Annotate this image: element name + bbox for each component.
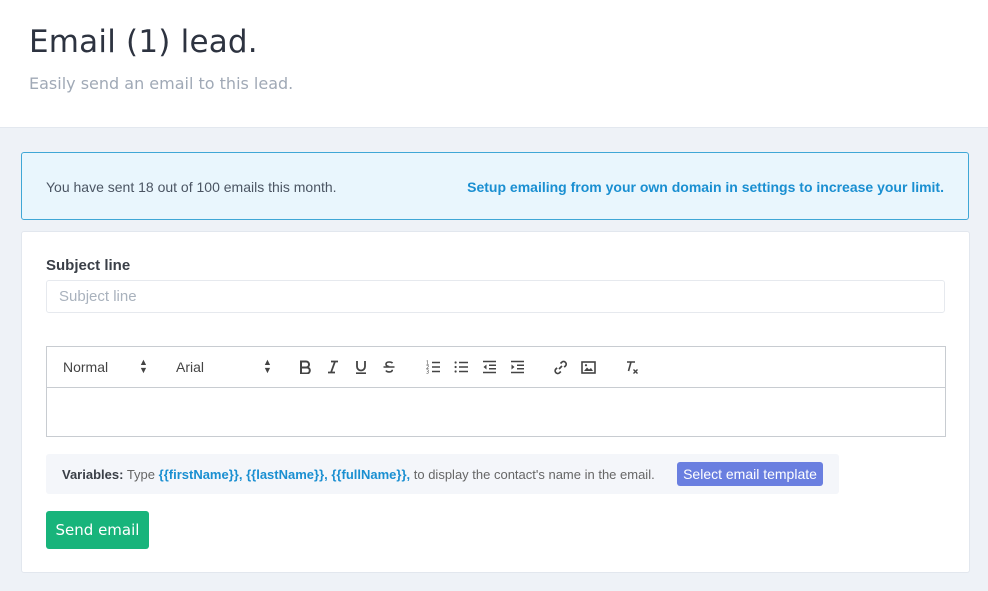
variable-full-name: {{fullName}}, <box>331 467 411 482</box>
page-title: Email (1) lead. <box>29 24 258 60</box>
variables-hint: Variables: Type {{firstName}}, {{lastNam… <box>46 454 839 494</box>
picker-arrows-icon: ▲ ▼ <box>139 357 148 375</box>
subject-label: Subject line <box>46 257 131 274</box>
variables-label: Variables: <box>62 467 124 482</box>
email-limit-text: You have sent 18 out of 100 emails this … <box>46 179 337 195</box>
variable-first-name: {{firstName}}, <box>158 467 243 482</box>
settings-domain-link[interactable]: Setup emailing from your own domain in s… <box>467 179 944 195</box>
image-icon[interactable] <box>578 357 598 377</box>
text-style-picker[interactable]: Normal ▲ ▼ <box>63 358 149 376</box>
font-picker[interactable]: Arial ▲ ▼ <box>176 358 272 376</box>
italic-icon[interactable] <box>323 357 343 377</box>
picker-arrows-icon: ▲ ▼ <box>263 357 272 375</box>
indent-icon[interactable] <box>507 357 527 377</box>
text-style-value: Normal <box>63 359 109 375</box>
underline-icon[interactable] <box>351 357 371 377</box>
select-template-button[interactable]: Select email template <box>677 462 823 486</box>
editor-toolbar: Normal ▲ ▼ Arial ▲ ▼ 123 <box>47 347 945 388</box>
strikethrough-icon[interactable] <box>379 357 399 377</box>
font-value: Arial <box>176 359 205 375</box>
page-header: Email (1) lead. Easily send an email to … <box>0 0 988 128</box>
email-form-card: Subject line Normal ▲▼ Arial ▲▼ <box>21 231 970 573</box>
variables-prefix: Type <box>126 467 156 482</box>
variables-suffix: to display the contact's name in the ema… <box>413 467 655 482</box>
outdent-icon[interactable] <box>479 357 499 377</box>
editor-body[interactable] <box>47 388 945 436</box>
send-email-button[interactable]: Send email <box>46 511 149 549</box>
bold-icon[interactable] <box>295 357 315 377</box>
subject-input[interactable] <box>46 280 945 313</box>
email-limit-notice: You have sent 18 out of 100 emails this … <box>21 152 969 220</box>
rich-text-editor: Normal ▲ ▼ Arial ▲ ▼ 123 <box>46 346 946 437</box>
link-icon[interactable] <box>550 357 570 377</box>
svg-text:3: 3 <box>426 370 429 375</box>
page-subtitle: Easily send an email to this lead. <box>29 74 294 93</box>
bullet-list-icon[interactable] <box>451 357 471 377</box>
ordered-list-icon[interactable]: 123 <box>423 357 443 377</box>
variable-last-name: {{lastName}}, <box>246 467 328 482</box>
clear-format-icon[interactable] <box>621 357 641 377</box>
variables-text: Variables: Type {{firstName}}, {{lastNam… <box>62 467 655 482</box>
